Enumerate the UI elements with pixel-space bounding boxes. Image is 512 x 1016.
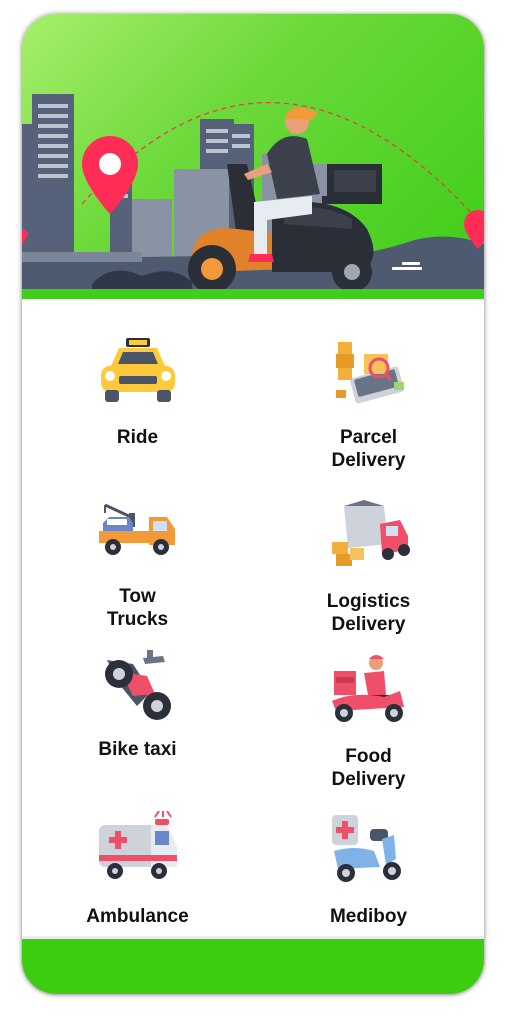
service-bike-taxi[interactable]: Bike taxi	[22, 644, 253, 794]
service-parcel-delivery[interactable]: Parcel Delivery	[253, 332, 484, 482]
hero-banner	[22, 14, 484, 299]
logistics-truck-icon	[331, 500, 410, 566]
service-ride[interactable]: Ride	[22, 332, 253, 482]
food-scooter-icon	[331, 655, 404, 722]
service-label: Food Delivery	[331, 746, 406, 790]
service-food-delivery[interactable]: Food Delivery	[253, 651, 484, 801]
phone-frame: Ride Parcel Delivery Tow Trucks Logistic…	[22, 14, 484, 994]
service-label: Logistics Delivery	[326, 591, 411, 635]
service-label: Ride	[116, 427, 159, 448]
services-grid: Ride Parcel Delivery Tow Trucks Logistic…	[22, 299, 484, 939]
ambulance-icon	[98, 811, 177, 879]
service-label: Mediboy	[329, 906, 408, 927]
tow-truck-icon	[98, 503, 175, 555]
service-tow-trucks[interactable]: Tow Trucks	[22, 491, 253, 641]
medical-scooter-icon	[331, 815, 401, 882]
service-label: Tow Trucks	[106, 586, 169, 630]
service-label: Bike taxi	[98, 739, 177, 760]
hero-ground-strip	[22, 289, 484, 299]
parcel-icon	[335, 342, 404, 404]
service-label: Ambulance	[86, 906, 189, 927]
service-logistics-delivery[interactable]: Logistics Delivery	[253, 496, 484, 646]
footer-bar	[22, 936, 484, 994]
footer-shadow	[22, 936, 484, 939]
service-label: Parcel Delivery	[331, 427, 406, 471]
taxi-icon	[100, 338, 175, 402]
delivery-scooter-illustration	[22, 94, 484, 299]
motorbike-icon	[104, 650, 171, 720]
